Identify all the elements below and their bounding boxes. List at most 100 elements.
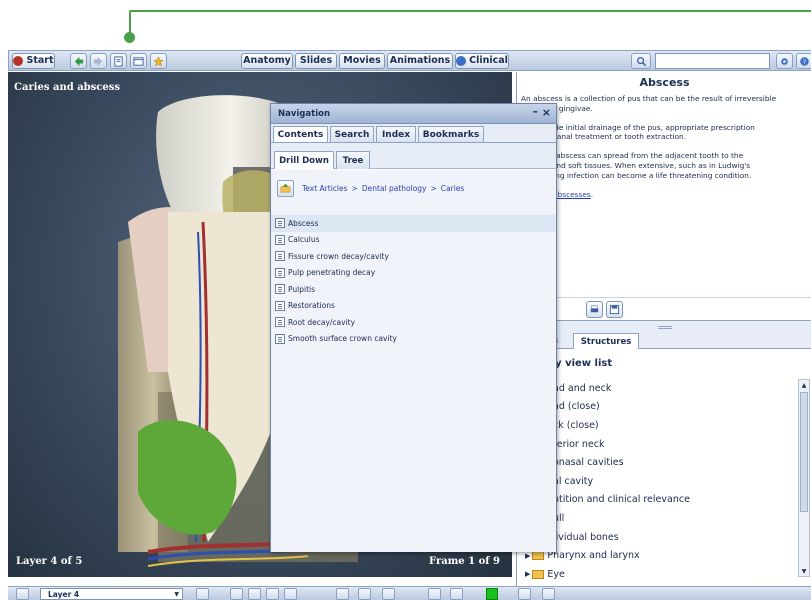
labels-icon[interactable] [518,588,531,600]
navigation-titlebar[interactable]: Navigation – × [271,104,556,124]
notes-icon[interactable] [110,53,127,69]
list-item[interactable]: Pulp penetrating decay [271,265,556,282]
back-arrow-icon[interactable] [70,53,87,69]
list-item[interactable]: Calculus [271,232,556,249]
tab-movies-label: Movies [343,55,381,67]
list-item[interactable]: ull [517,509,797,528]
article-title: Abscess [639,76,690,89]
tab-contents[interactable]: Contents [273,126,328,143]
tab-search[interactable]: Search [330,126,374,142]
favorites-star-icon[interactable] [150,53,167,69]
list-item[interactable]: Pulpitis [271,281,556,298]
list-item-label: ntition and clinical relevance [553,494,690,506]
pan-icon[interactable] [382,588,395,600]
list-item[interactable]: ad and neck [517,379,797,398]
list-item[interactable]: ntition and clinical relevance [517,491,797,510]
breadcrumb-separator: > [351,183,358,193]
print-icon[interactable] [428,588,441,600]
list-item[interactable]: Abscess [271,215,556,232]
tab-anatomy[interactable]: Anatomy [241,53,293,69]
home-icon[interactable] [196,588,209,600]
search-input[interactable] [655,53,770,69]
print-icon[interactable] [586,301,603,318]
document-icon [275,251,285,262]
scroll-down-icon[interactable]: ▼ [800,566,808,576]
tab-bookmarks[interactable]: Bookmarks [418,126,484,142]
forward-arrow-icon[interactable] [90,53,107,69]
save-icon[interactable] [606,301,623,318]
article-line: An abscess is a collection of pus that c… [521,94,777,103]
tab-structures[interactable]: Structures [573,333,639,349]
scroll-thumb[interactable] [800,392,808,512]
tab-index[interactable]: Index [376,126,416,142]
list-item-label: Pharynx and larynx [547,550,640,562]
document-icon [275,317,285,328]
list-item-label: terior neck [553,438,605,450]
breadcrumb-item[interactable]: Dental pathology [362,184,427,193]
splitter-grip[interactable] [658,326,672,329]
panel-splitter[interactable] [517,321,811,333]
list-item[interactable]: onasal cavities [517,453,797,472]
list-item-label: ad (close) [553,401,600,413]
search-icon[interactable] [631,53,651,69]
list-item[interactable]: Fissure crown decay/cavity [271,248,556,265]
callout-dot [124,32,135,43]
callout-line [130,10,811,12]
expand-arrow-icon[interactable]: ▶ [525,570,530,578]
layer-select[interactable]: Layer 4 ▼ [40,588,183,600]
tab-movies[interactable]: Movies [339,53,385,69]
list-item-label: onasal cavities [553,457,624,469]
list-item[interactable]: ad (close) [517,398,797,417]
navigation-title: Navigation [278,109,330,119]
layers-icon[interactable] [16,588,29,600]
tab-tree[interactable]: Tree [336,151,370,169]
list-item-label: Pulpitis [288,284,316,294]
tab-slides[interactable]: Slides [295,53,337,69]
step-back-icon[interactable] [248,588,261,600]
list-item-label: Pulp penetrating decay [288,268,376,278]
list-item-label: Restorations [288,301,335,311]
reset-view-icon[interactable] [284,588,297,600]
list-item-label: ck (close) [553,419,599,431]
list-item[interactable]: lividual bones [517,528,797,547]
close-button[interactable]: × [542,106,551,119]
list-item[interactable]: Root decay/cavity [271,314,556,331]
breadcrumb-separator: > [430,183,437,193]
tab-clinical[interactable]: Clinical [455,53,509,69]
article-list: Abscess Calculus Fissure crown decay/cav… [271,215,556,347]
zoom-in-icon[interactable] [336,588,349,600]
zoom-out-icon[interactable] [358,588,371,600]
list-item[interactable]: ▶ Eye [517,565,797,579]
tab-animations-label: Animations [389,55,451,67]
breadcrumb-item[interactable]: Caries [441,184,465,193]
step-forward-icon[interactable] [266,588,279,600]
folder-icon [532,569,545,579]
tab-search-label: Search [334,129,370,140]
quiz-icon[interactable] [542,588,555,600]
list-item[interactable]: Smooth surface crown cavity [271,331,556,348]
expand-arrow-icon[interactable]: ▶ [525,552,530,560]
document-icon [275,234,285,245]
layout-icon[interactable] [130,53,147,69]
help-icon[interactable]: ? [796,53,811,69]
list-item[interactable]: ▶ Pharynx and larynx [517,546,797,565]
folder-up-icon[interactable] [277,179,294,197]
rotate-icon[interactable] [230,588,243,600]
save-icon[interactable] [450,588,463,600]
settings-icon[interactable] [776,53,793,69]
tab-tree-label: Tree [342,155,364,166]
structures-scrollbar[interactable]: ▲ ▼ [798,379,810,577]
tab-drill-down[interactable]: Drill Down [274,151,334,169]
breadcrumb-item[interactable]: Text Articles [302,184,348,193]
link-suffix: . [590,189,594,199]
minimize-button[interactable]: – [533,105,539,118]
list-item[interactable]: ck (close) [517,416,797,435]
list-item[interactable]: Restorations [271,298,556,315]
tab-animations[interactable]: Animations [387,53,453,69]
list-item[interactable]: terior neck [517,435,797,454]
document-icon [275,300,285,311]
tab-structures-label: Structures [580,336,632,347]
scroll-up-icon[interactable]: ▲ [800,380,808,390]
start-button[interactable]: Start [12,53,55,69]
list-item[interactable]: al cavity [517,472,797,491]
